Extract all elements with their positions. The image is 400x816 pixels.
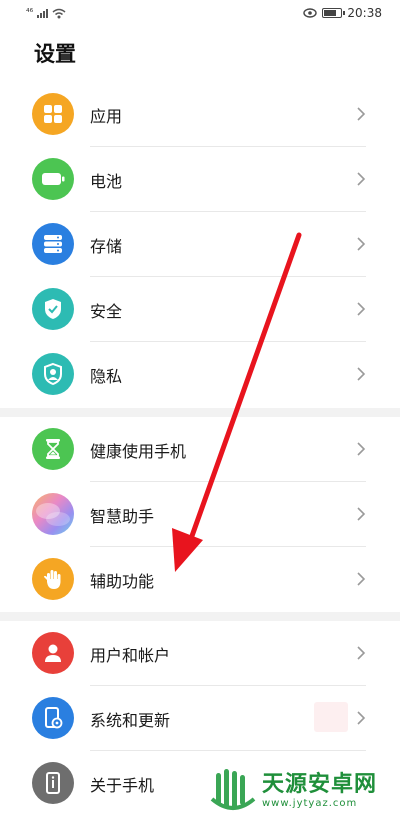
- phone-info-icon: [32, 762, 74, 804]
- shield-check-icon: [32, 288, 74, 330]
- chevron-right-icon: [357, 172, 366, 186]
- android-logo-icon: [210, 769, 256, 810]
- chevron-right-icon: [357, 302, 366, 316]
- watermark-name: 天源安卓网: [262, 772, 378, 797]
- settings-item-label: 应用: [90, 106, 123, 126]
- battery-icon: [32, 158, 74, 200]
- settings-item-label: 电池: [90, 171, 123, 191]
- chevron-right-icon: [357, 572, 366, 586]
- settings-item-privacy[interactable]: 隐私: [0, 342, 400, 407]
- storage-icon: [32, 223, 74, 265]
- page-title: 设置: [34, 42, 76, 66]
- eye-comfort-icon: [303, 8, 318, 18]
- apps-grid-icon: [32, 93, 74, 135]
- system-update-icon: [32, 697, 74, 739]
- chevron-right-icon: [357, 367, 366, 381]
- chevron-right-icon: [357, 442, 366, 456]
- settings-item-accessibility[interactable]: 辅助功能: [0, 547, 400, 612]
- settings-item-label: 关于手机: [90, 775, 155, 795]
- hand-icon: [32, 558, 74, 600]
- chevron-right-icon: [357, 646, 366, 660]
- settings-group-1: 应用 电池 存储 安全 隐私: [0, 82, 400, 407]
- settings-item-apps[interactable]: 应用: [0, 82, 400, 147]
- user-icon: [32, 632, 74, 674]
- chevron-right-icon: [357, 711, 366, 725]
- watermark-text: 天源安卓网 www.jytyaz.com: [262, 772, 377, 810]
- settings-item-security[interactable]: 安全: [0, 277, 400, 342]
- settings-item-label: 系统和更新: [90, 710, 171, 730]
- settings-item-label: 用户和帐户: [90, 645, 171, 665]
- battery-status-icon: [322, 8, 346, 18]
- settings-item-users-accounts[interactable]: 用户和帐户: [0, 621, 400, 686]
- chevron-right-icon: [357, 507, 366, 521]
- settings-item-label: 智慧助手: [90, 506, 155, 526]
- settings-group-2: 健康使用手机 智慧助手 辅助功能: [0, 417, 400, 612]
- settings-item-label: 存储: [90, 236, 123, 256]
- hourglass-icon: [32, 428, 74, 470]
- section-separator: [0, 408, 400, 417]
- highlight-overlay: [314, 702, 348, 732]
- watermark: 天源安卓网 www.jytyaz.com: [208, 766, 400, 816]
- settings-item-battery[interactable]: 电池: [0, 147, 400, 212]
- settings-item-storage[interactable]: 存储: [0, 212, 400, 277]
- settings-item-digital-balance[interactable]: 健康使用手机: [0, 417, 400, 482]
- settings-item-label: 健康使用手机: [90, 441, 187, 461]
- watermark-url: www.jytyaz.com: [262, 798, 358, 809]
- privacy-shield-icon: [32, 353, 74, 395]
- chevron-right-icon: [357, 107, 366, 121]
- settings-item-label: 隐私: [90, 366, 123, 386]
- status-right: 20:38: [303, 6, 382, 20]
- status-bar: ⁴⁶ 20:38: [0, 0, 400, 26]
- smart-assistant-icon: [32, 493, 74, 535]
- chevron-right-icon: [357, 237, 366, 251]
- wifi-icon: [52, 8, 66, 18]
- clock: 20:38: [347, 6, 382, 20]
- settings-item-label: 安全: [90, 301, 123, 321]
- signal-icon: [37, 8, 49, 18]
- status-left: ⁴⁶: [26, 8, 66, 19]
- settings-item-smart-assistant[interactable]: 智慧助手: [0, 482, 400, 547]
- network-type: ⁴⁶: [26, 8, 34, 18]
- section-separator: [0, 612, 400, 621]
- settings-item-label: 辅助功能: [90, 571, 155, 591]
